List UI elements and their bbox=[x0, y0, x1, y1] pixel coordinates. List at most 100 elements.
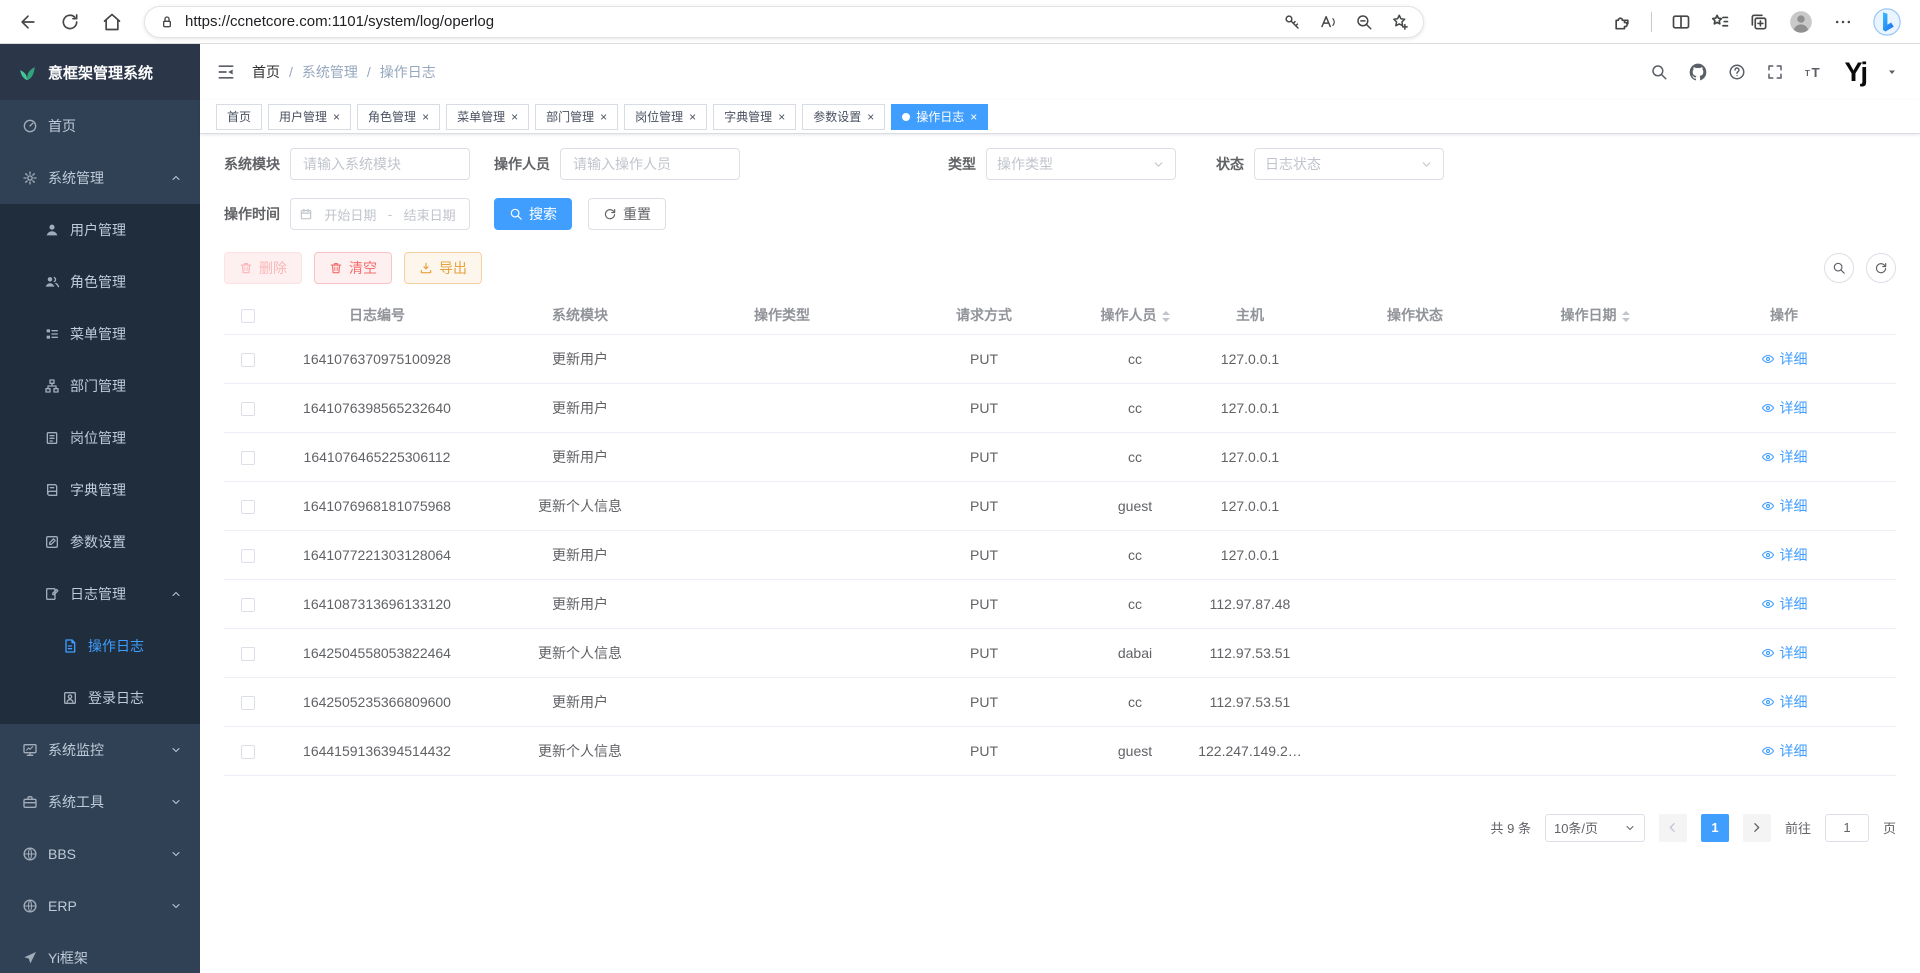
detail-link[interactable]: 详细 bbox=[1761, 496, 1808, 516]
tab-字典管理[interactable]: 字典管理× bbox=[713, 104, 796, 130]
operator-input[interactable] bbox=[560, 148, 740, 180]
sidebar-item-log-management[interactable]: 日志管理 bbox=[0, 568, 200, 620]
detail-link[interactable]: 详细 bbox=[1761, 447, 1808, 467]
sidebar-item-system-monitor[interactable]: 系统监控 bbox=[0, 724, 200, 776]
url-text[interactable]: https://ccnetcore.com:1101/system/log/op… bbox=[185, 13, 494, 30]
app-logo[interactable]: 意框架管理系统 bbox=[0, 44, 200, 100]
sidebar-item-system-tools[interactable]: 系统工具 bbox=[0, 776, 200, 828]
row-checkbox[interactable] bbox=[241, 353, 255, 367]
sort-icon[interactable] bbox=[1162, 311, 1170, 322]
sidebar-item-role-management[interactable]: 角色管理 bbox=[0, 256, 200, 308]
password-icon[interactable] bbox=[1283, 13, 1301, 31]
page-size-select[interactable]: 10条/页 bbox=[1545, 814, 1645, 842]
prev-page-button[interactable] bbox=[1659, 814, 1687, 842]
tab-菜单管理[interactable]: 菜单管理× bbox=[446, 104, 529, 130]
detail-link[interactable]: 详细 bbox=[1761, 741, 1808, 761]
tab-部门管理[interactable]: 部门管理× bbox=[535, 104, 618, 130]
header-search-icon[interactable] bbox=[1650, 63, 1668, 81]
sidebar-item-dict-management[interactable]: 字典管理 bbox=[0, 464, 200, 516]
row-checkbox[interactable] bbox=[241, 402, 255, 416]
type-select[interactable]: 操作类型 bbox=[986, 148, 1176, 180]
split-screen-icon[interactable] bbox=[1671, 12, 1691, 32]
search-button[interactable]: 搜索 bbox=[494, 198, 572, 230]
sidebar-item-bbs[interactable]: BBS bbox=[0, 828, 200, 880]
help-icon[interactable] bbox=[1728, 63, 1746, 81]
browser-back-icon[interactable] bbox=[18, 12, 38, 32]
detail-link[interactable]: 详细 bbox=[1761, 349, 1808, 369]
tab-用户管理[interactable]: 用户管理× bbox=[268, 104, 351, 130]
tab-close-icon[interactable]: × bbox=[970, 111, 977, 123]
row-checkbox[interactable] bbox=[241, 696, 255, 710]
font-size-icon[interactable]: TT bbox=[1804, 62, 1824, 82]
sidebar-item-home[interactable]: 首页 bbox=[0, 100, 200, 152]
fullscreen-icon[interactable] bbox=[1766, 63, 1784, 81]
tab-首页[interactable]: 首页 bbox=[216, 104, 262, 130]
address-bar[interactable]: https://ccnetcore.com:1101/system/log/op… bbox=[144, 6, 1424, 38]
sidebar-item-erp[interactable]: ERP bbox=[0, 880, 200, 932]
page-number-1[interactable]: 1 bbox=[1701, 814, 1729, 842]
breadcrumb-system[interactable]: 系统管理 bbox=[302, 62, 358, 82]
sidebar-item-post-management[interactable]: 岗位管理 bbox=[0, 412, 200, 464]
detail-link[interactable]: 详细 bbox=[1761, 594, 1808, 614]
sort-icon[interactable] bbox=[1622, 311, 1630, 322]
tab-参数设置[interactable]: 参数设置× bbox=[802, 104, 885, 130]
tab-close-icon[interactable]: × bbox=[778, 111, 785, 123]
user-avatar-logo[interactable]: Yj bbox=[1844, 59, 1866, 86]
tab-操作日志[interactable]: 操作日志× bbox=[891, 104, 988, 130]
sidebar-item-menu-management[interactable]: 菜单管理 bbox=[0, 308, 200, 360]
tab-close-icon[interactable]: × bbox=[689, 111, 696, 123]
status-select[interactable]: 日志状态 bbox=[1254, 148, 1444, 180]
row-checkbox[interactable] bbox=[241, 549, 255, 563]
date-range-picker[interactable]: 开始日期 - 结束日期 bbox=[290, 198, 470, 230]
tab-角色管理[interactable]: 角色管理× bbox=[357, 104, 440, 130]
export-button[interactable]: 导出 bbox=[404, 252, 482, 284]
row-checkbox[interactable] bbox=[241, 500, 255, 514]
row-checkbox[interactable] bbox=[241, 598, 255, 612]
collections-icon[interactable] bbox=[1749, 12, 1769, 32]
breadcrumb-home[interactable]: 首页 bbox=[252, 62, 280, 82]
sidebar-item-system-management[interactable]: 系统管理 bbox=[0, 152, 200, 204]
favorites-icon[interactable] bbox=[1710, 12, 1730, 32]
sidebar-item-user-management[interactable]: 用户管理 bbox=[0, 204, 200, 256]
github-icon[interactable] bbox=[1688, 62, 1708, 82]
row-checkbox[interactable] bbox=[241, 745, 255, 759]
select-all-checkbox[interactable] bbox=[241, 309, 255, 323]
add-favorite-icon[interactable] bbox=[1391, 13, 1409, 31]
tab-岗位管理[interactable]: 岗位管理× bbox=[624, 104, 707, 130]
profile-avatar-icon[interactable] bbox=[1788, 9, 1814, 35]
tab-close-icon[interactable]: × bbox=[600, 111, 607, 123]
refresh-table-button[interactable] bbox=[1866, 253, 1896, 283]
sidebar-item-yi-framework[interactable]: Yi框架 bbox=[0, 932, 200, 973]
extensions-icon[interactable] bbox=[1612, 12, 1632, 32]
detail-link[interactable]: 详细 bbox=[1761, 398, 1808, 418]
sidebar-fold-icon[interactable] bbox=[216, 62, 236, 82]
sidebar-item-oper-log[interactable]: 操作日志 bbox=[0, 620, 200, 672]
bing-copilot-icon[interactable] bbox=[1872, 7, 1902, 37]
reset-button[interactable]: 重置 bbox=[588, 198, 666, 230]
column-header[interactable]: 操作人员 bbox=[1082, 296, 1188, 334]
sidebar-item-dept-management[interactable]: 部门管理 bbox=[0, 360, 200, 412]
module-input[interactable] bbox=[290, 148, 470, 180]
detail-link[interactable]: 详细 bbox=[1761, 643, 1808, 663]
zoom-out-icon[interactable] bbox=[1355, 13, 1373, 31]
detail-link[interactable]: 详细 bbox=[1761, 545, 1808, 565]
tab-close-icon[interactable]: × bbox=[422, 111, 429, 123]
tab-close-icon[interactable]: × bbox=[333, 111, 340, 123]
toggle-search-button[interactable] bbox=[1824, 253, 1854, 283]
browser-reload-icon[interactable] bbox=[60, 12, 80, 32]
clear-button[interactable]: 清空 bbox=[314, 252, 392, 284]
column-header[interactable]: 操作日期 bbox=[1518, 296, 1672, 334]
tab-close-icon[interactable]: × bbox=[511, 111, 518, 123]
tab-close-icon[interactable]: × bbox=[867, 111, 874, 123]
sidebar-item-login-log[interactable]: 登录日志 bbox=[0, 672, 200, 724]
delete-button[interactable]: 删除 bbox=[224, 252, 302, 284]
next-page-button[interactable] bbox=[1743, 814, 1771, 842]
sidebar-item-param-settings[interactable]: 参数设置 bbox=[0, 516, 200, 568]
row-checkbox[interactable] bbox=[241, 451, 255, 465]
goto-page-input[interactable] bbox=[1825, 814, 1869, 842]
read-aloud-icon[interactable] bbox=[1319, 13, 1337, 31]
browser-home-icon[interactable] bbox=[102, 12, 122, 32]
avatar-caret-icon[interactable] bbox=[1886, 66, 1898, 78]
detail-link[interactable]: 详细 bbox=[1761, 692, 1808, 712]
browser-menu-icon[interactable] bbox=[1833, 12, 1853, 32]
